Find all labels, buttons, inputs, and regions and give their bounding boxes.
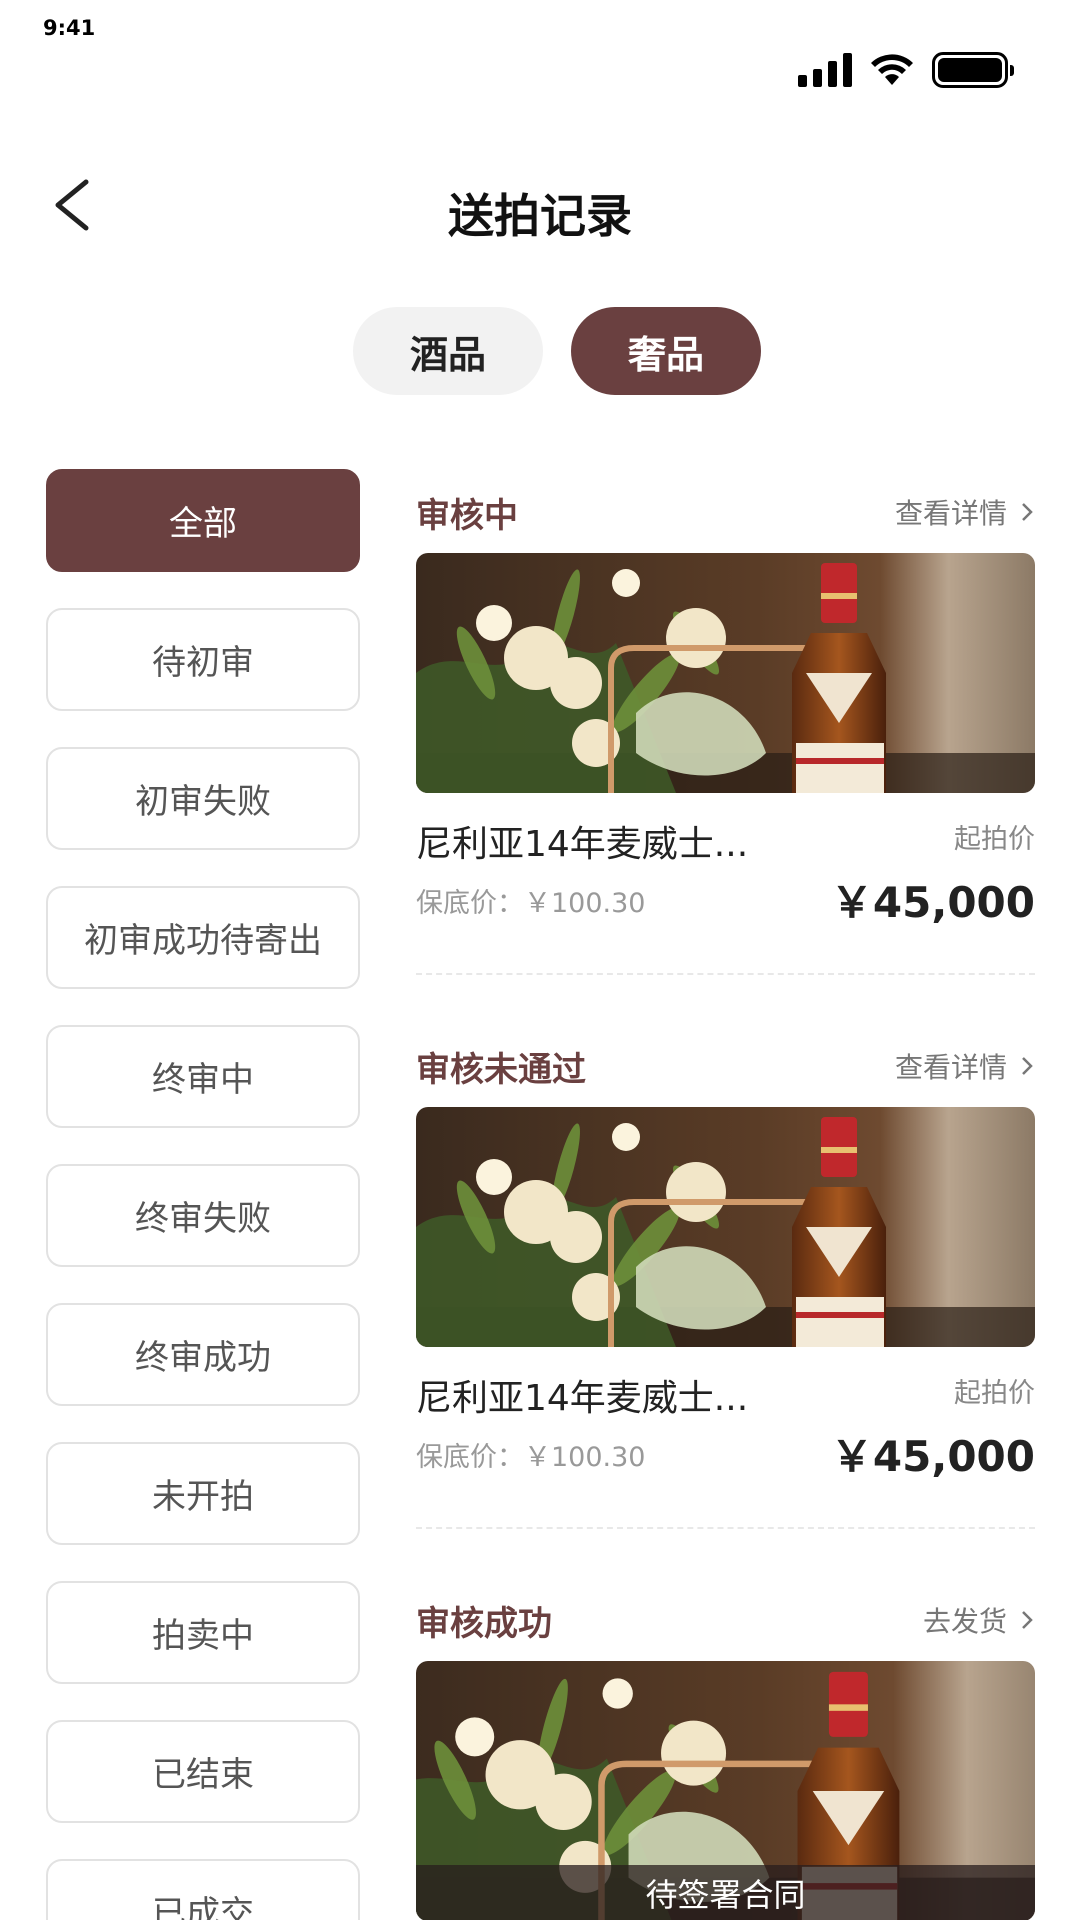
- filter-not-started[interactable]: 未开拍: [46, 1442, 360, 1545]
- record-link-label: 查看详情: [894, 1051, 1007, 1084]
- page-title: 送拍记录: [448, 189, 632, 243]
- record-card[interactable]: 审核成功 去发货 待签署合同: [416, 1579, 1035, 1920]
- start-price-label: 起拍价: [954, 824, 1035, 855]
- filter-sold[interactable]: 已成交: [46, 1859, 360, 1920]
- filter-final-review-failed[interactable]: 终审失败: [46, 1164, 360, 1267]
- filter-all[interactable]: 全部: [46, 469, 360, 572]
- view-details-link[interactable]: 查看详情: [895, 492, 1035, 532]
- start-price-label: 起拍价: [954, 1378, 1035, 1409]
- product-name: 尼利亚14年麦威士...: [416, 824, 749, 865]
- status-time: 9:41: [43, 16, 96, 40]
- status-filter-sidebar: 全部 待初审 初审失败 初审成功待寄出 终审中 终审失败 终审成功 未开拍 拍卖…: [46, 469, 360, 1920]
- chevron-right-icon: [1022, 1611, 1033, 1629]
- record-link-label: 去发货: [922, 1605, 1007, 1638]
- reserve-price-label: 保底价：: [416, 1442, 524, 1473]
- record-list: 审核中 查看详情 尼利亚14年麦威士... 起拍价 保底价：￥100.30 ￥4…: [416, 469, 1035, 1920]
- record-status: 审核成功: [416, 1603, 552, 1644]
- filter-final-review-passed[interactable]: 终审成功: [46, 1303, 360, 1406]
- wifi-icon: [871, 54, 913, 85]
- record-status: 审核中: [416, 495, 518, 536]
- reserve-price: 保底价：￥100.30: [416, 1435, 645, 1474]
- chevron-right-icon: [1022, 1057, 1033, 1075]
- status-icons: [798, 52, 1014, 88]
- status-bar: 9:41: [0, 0, 1080, 120]
- filter-initial-review-failed[interactable]: 初审失败: [46, 747, 360, 850]
- record-header: 审核未通过 查看详情: [416, 1025, 1035, 1107]
- product-name: 尼利亚14年麦威士...: [416, 1378, 749, 1419]
- battery-icon: [932, 52, 1014, 88]
- filter-in-auction[interactable]: 拍卖中: [46, 1581, 360, 1684]
- divider: [416, 1527, 1035, 1529]
- record-header: 审核成功 去发货: [416, 1579, 1035, 1661]
- ship-link[interactable]: 去发货: [923, 1600, 1035, 1640]
- filter-initial-passed-awaiting-shipment[interactable]: 初审成功待寄出: [46, 886, 360, 989]
- chevron-right-icon: [1022, 503, 1033, 521]
- filter-final-review[interactable]: 终审中: [46, 1025, 360, 1128]
- view-details-link[interactable]: 查看详情: [895, 1046, 1035, 1086]
- record-status: 审核未通过: [416, 1049, 586, 1090]
- product-image: [416, 1107, 1035, 1347]
- record-card[interactable]: 审核未通过 查看详情 尼利亚14年麦威士... 起拍价 保底价：￥100.30 …: [416, 1025, 1035, 1529]
- nav-bar: 送拍记录: [0, 150, 1080, 270]
- category-tabs: 酒品 奢品: [353, 307, 761, 395]
- contract-pending-banner: 待签署合同: [416, 1865, 1035, 1920]
- record-link-label: 查看详情: [894, 497, 1007, 530]
- start-price: ￥45,000: [830, 878, 1035, 927]
- tab-luxury[interactable]: 奢品: [571, 307, 761, 395]
- product-image: [416, 553, 1035, 793]
- tab-wine[interactable]: 酒品: [353, 307, 543, 395]
- reserve-price-label: 保底价：: [416, 888, 524, 919]
- reserve-price-value: ￥100.30: [524, 888, 646, 919]
- signal-icon: [798, 53, 852, 87]
- reserve-price-value: ￥100.30: [524, 1442, 646, 1473]
- record-info: 尼利亚14年麦威士... 起拍价 保底价：￥100.30 ￥45,000: [416, 793, 1035, 973]
- record-info: 尼利亚14年麦威士... 起拍价 保底价：￥100.30 ￥45,000: [416, 1347, 1035, 1527]
- product-image: 待签署合同: [416, 1661, 1035, 1920]
- filter-ended[interactable]: 已结束: [46, 1720, 360, 1823]
- record-header: 审核中 查看详情: [416, 471, 1035, 553]
- divider: [416, 973, 1035, 975]
- filter-pending-initial-review[interactable]: 待初审: [46, 608, 360, 711]
- record-card[interactable]: 审核中 查看详情 尼利亚14年麦威士... 起拍价 保底价：￥100.30 ￥4…: [416, 471, 1035, 975]
- send-auction-records-page: 9:41 送拍记录 酒品 奢品 全部 待初审 初审失败 初审成功待寄出 终审中 …: [0, 0, 1080, 1920]
- start-price: ￥45,000: [830, 1432, 1035, 1481]
- reserve-price: 保底价：￥100.30: [416, 881, 645, 920]
